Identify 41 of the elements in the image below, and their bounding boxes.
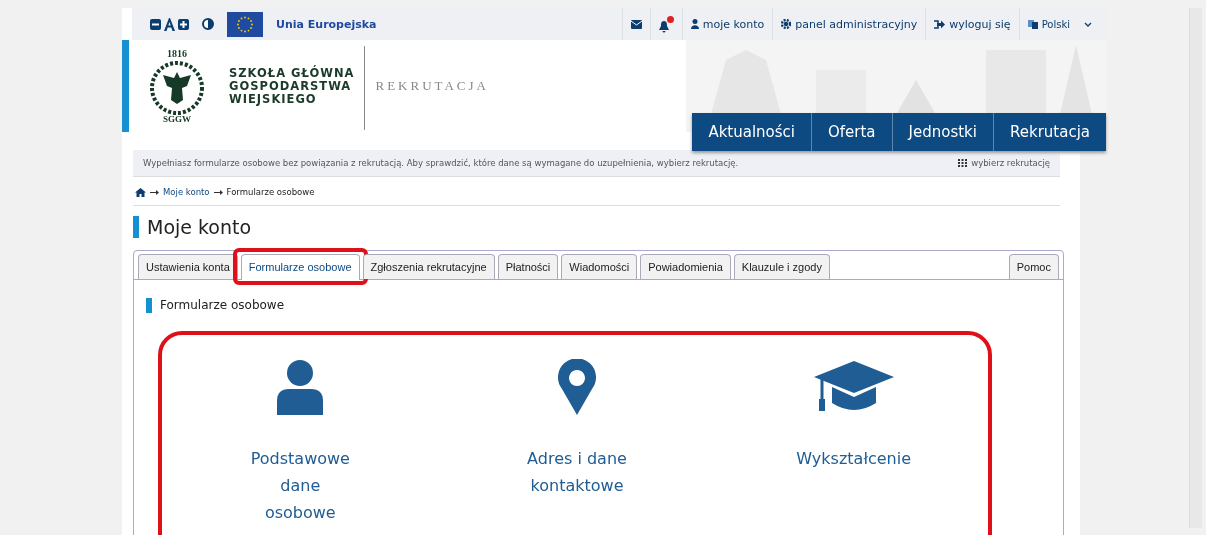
contrast-icon[interactable]: [202, 18, 214, 30]
location-pin-icon[interactable]: [558, 359, 596, 415]
site-section-title: REKRUTACJA: [375, 78, 489, 94]
font-decrease-icon[interactable]: [150, 18, 161, 30]
choose-recruitment-link[interactable]: wybierz rekrutację: [958, 158, 1050, 168]
bell-icon[interactable]: [658, 20, 669, 33]
eu-flag-icon: [227, 11, 263, 37]
logout-icon: [934, 19, 946, 29]
arrow-icon: [213, 189, 223, 195]
breadcrumb-current: Formularze osobowe: [226, 187, 315, 197]
home-icon[interactable]: [135, 187, 146, 197]
form-link[interactable]: Adres i dane kontaktowe: [527, 445, 627, 499]
tab[interactable]: Klauzule i zgody: [733, 254, 830, 279]
language-icon: [1027, 19, 1038, 29]
tab[interactable]: Płatności: [497, 254, 559, 279]
settings-icon: [781, 19, 792, 29]
user-icon: [690, 19, 699, 29]
tab[interactable]: Powiadomienia: [640, 254, 731, 279]
breadcrumb-link[interactable]: Moje konto: [163, 187, 210, 197]
font-size-icon[interactable]: [164, 17, 175, 31]
info-text: Wypełniasz formularze osobowe bez powiązania z rekrutacją. Aby sprawdzić, które dane są wymagane do uzupełnienia, wybierz rekrutację.: [143, 158, 739, 168]
grid-icon: [958, 159, 968, 167]
nav-link[interactable]: Aktualności: [692, 113, 811, 151]
help-tab[interactable]: Pomoc: [1008, 254, 1059, 279]
page-title: Moje konto: [133, 216, 1060, 238]
font-increase-icon[interactable]: [178, 18, 189, 30]
section-title: Formularze osobowe: [146, 298, 1063, 313]
tab[interactable]: Wiadomości: [561, 254, 638, 279]
school-name-line: GOSPODARSTWA: [229, 79, 353, 93]
form-link[interactable]: Wykształcenie: [796, 445, 912, 472]
school-name-line: SZKOŁA GŁÓWNA: [229, 66, 355, 80]
eu-label: Unia Europejska: [276, 17, 377, 31]
tab[interactable]: Ustawienia konta: [138, 254, 238, 279]
arrow-icon: [150, 189, 159, 195]
tab[interactable]: Formularze osobowe: [240, 254, 360, 280]
person-icon[interactable]: [277, 359, 324, 415]
school-name-line: WIEJSKIEGO: [229, 92, 318, 106]
envelope-icon[interactable]: [630, 19, 642, 29]
chevron-down-icon: [1084, 21, 1092, 27]
form-link[interactable]: Podstawowe dane osobowe: [250, 445, 350, 526]
tab[interactable]: Zgłoszenia rekrutacyjne: [362, 254, 495, 279]
